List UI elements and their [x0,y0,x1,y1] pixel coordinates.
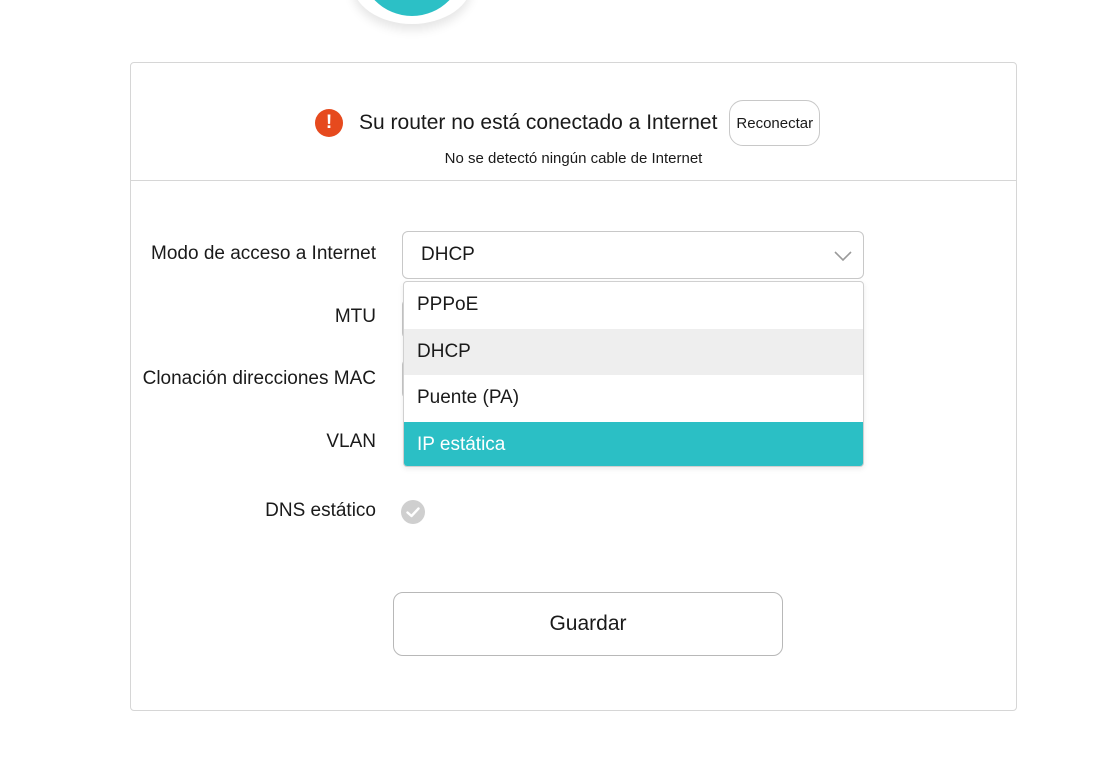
save-button[interactable]: Guardar [393,592,783,656]
dropdown-option-static-ip[interactable]: IP estática [404,421,863,466]
access-mode-dropdown: PPPoE DHCP Puente (PA) IP estática [403,281,864,467]
chevron-down-icon [834,251,852,262]
check-mark-icon [406,507,420,518]
router-settings-page: ! Su router no está conectado a Internet… [0,0,1094,759]
internet-settings-card: ! Su router no está conectado a Internet… [130,62,1017,711]
access-mode-label: Modo de acceso a Internet [151,243,376,264]
vlan-label: VLAN [326,431,376,452]
exclamation-icon: ! [315,109,343,137]
dropdown-option-bridge[interactable]: Puente (PA) [404,375,863,422]
dropdown-option-pppoe[interactable]: PPPoE [404,282,863,329]
status-subtitle: No se detectó ningún cable de Internet [444,150,703,167]
check-icon[interactable] [401,500,425,524]
mac-clone-label: Clonación direcciones MAC [142,368,376,389]
reconnect-button[interactable]: Reconectar [729,100,821,146]
status-line: ! Su router no está conectado a Internet… [315,99,821,147]
status-title: Su router no está conectado a Internet [359,111,718,134]
access-mode-value: DHCP [421,244,475,265]
dropdown-option-dhcp[interactable]: DHCP [404,328,863,375]
top-status-circle [352,0,472,24]
connection-status-panel: ! Su router no está conectado a Internet… [131,63,1016,181]
access-mode-select[interactable]: DHCP [402,231,864,279]
mtu-label: MTU [334,306,376,327]
static-dns-label: DNS estático [265,500,376,521]
top-status-circle-fill [360,0,464,16]
